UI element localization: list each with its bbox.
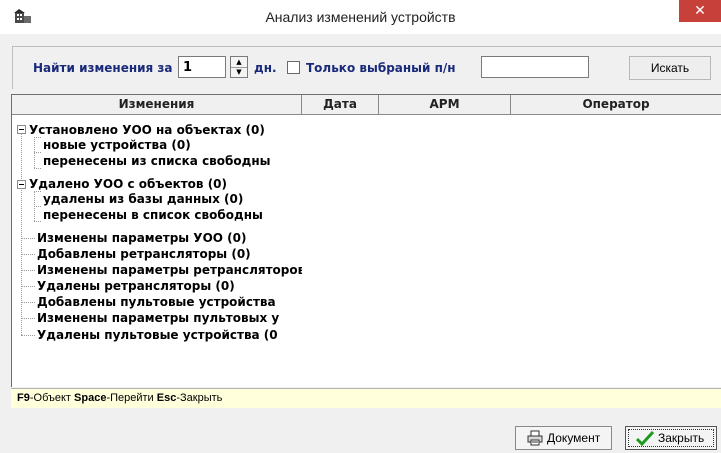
changes-tree[interactable]: Установлено УОО на объектах (0) новые ус… (12, 115, 302, 387)
tree-connector (21, 270, 35, 271)
hotkey-esc: Esc (156, 392, 177, 404)
tree-connector (34, 206, 41, 207)
window-close-button[interactable]: ✕ (679, 0, 721, 22)
number-input[interactable] (481, 56, 589, 78)
tree-node-console-removed[interactable]: Удалены пультовые устройства (0 (37, 327, 278, 343)
days-value: 1 (183, 60, 193, 75)
column-header-operator[interactable]: Оператор (511, 95, 721, 115)
tree-node-params-changed[interactable]: Изменены параметры УОО (0) (37, 230, 246, 246)
column-header-changes[interactable]: Изменения (12, 95, 302, 115)
tree-connector (21, 286, 35, 287)
tree-connector (34, 152, 41, 153)
filter-bar: Найти изменения за 1 ▲ ▼ дн. Только выбр… (0, 34, 721, 92)
column-header-workstation[interactable]: АРМ (379, 95, 511, 115)
title-bar: Анализ изменений устройств ✕ (0, 0, 721, 34)
hotkey-f9-label: -Объект (29, 392, 75, 404)
spin-down-icon[interactable]: ▼ (231, 67, 247, 77)
tree-node-moved-from-free[interactable]: перенесены из списка свободны (43, 153, 270, 169)
tree-node-repeaters-removed[interactable]: Удалены ретрансляторы (0) (37, 278, 235, 294)
collapse-icon[interactable] (17, 125, 26, 134)
hotkey-status-bar: F9-Объект Space-Перейти Esc-Закрыть (11, 388, 721, 408)
tree-node-new-devices[interactable]: новые устройства (0) (43, 137, 191, 153)
document-button-label: Документ (547, 431, 601, 445)
tree-connector (21, 335, 35, 336)
close-button[interactable]: Закрыть (625, 426, 717, 450)
tree-connector (21, 129, 22, 335)
hotkey-space: Space (74, 392, 107, 404)
window-title: Анализ изменений устройств (265, 9, 456, 25)
hotkey-space-label: -Перейти (106, 392, 157, 404)
tree-connector (21, 238, 35, 239)
days-spinner[interactable]: ▲ ▼ (230, 56, 248, 78)
tree-node-deleted-from-db[interactable]: удалены из базы данных (0) (43, 191, 243, 207)
tree-node-installed[interactable]: Установлено УОО на объектах (0) (29, 122, 265, 138)
days-unit-label: дн. (254, 61, 277, 75)
only-selected-checkbox[interactable] (287, 61, 300, 74)
tree-connector (21, 302, 35, 303)
tree-node-removed[interactable]: Удалено УОО с объектов (0) (29, 176, 227, 192)
tree-node-console-added[interactable]: Добавлены пультовые устройства (37, 294, 276, 310)
close-icon: ✕ (694, 3, 706, 19)
hotkey-esc-label: -Закрыть (176, 392, 223, 404)
tree-connector (21, 254, 35, 255)
tree-connector (21, 318, 35, 319)
printer-icon (527, 430, 543, 446)
document-button[interactable]: Документ (515, 426, 612, 450)
tree-node-moved-to-free[interactable]: перенесены в список свободны (43, 207, 263, 223)
tree-node-repeaters-changed[interactable]: Изменены параметры ретрансляторов (37, 262, 302, 278)
tree-node-console-changed[interactable]: Изменены параметры пультовых у (37, 310, 279, 326)
search-button[interactable]: Искать (629, 56, 711, 80)
tree-node-repeaters-added[interactable]: Добавлены ретрансляторы (0) (37, 246, 251, 262)
tree-connector (34, 168, 41, 169)
only-selected-label[interactable]: Только выбраный п/н (306, 61, 456, 75)
find-changes-label: Найти изменения за (33, 61, 173, 75)
tree-connector (34, 221, 41, 222)
close-button-label: Закрыть (658, 431, 705, 445)
column-header-date[interactable]: Дата (302, 95, 379, 115)
checkmark-icon (636, 430, 654, 446)
collapse-icon[interactable] (17, 180, 26, 189)
changes-grid[interactable]: Изменения Дата АРМ Оператор Установлено … (11, 94, 721, 387)
hotkey-f9: F9 (17, 392, 30, 404)
days-input[interactable]: 1 (178, 56, 226, 78)
